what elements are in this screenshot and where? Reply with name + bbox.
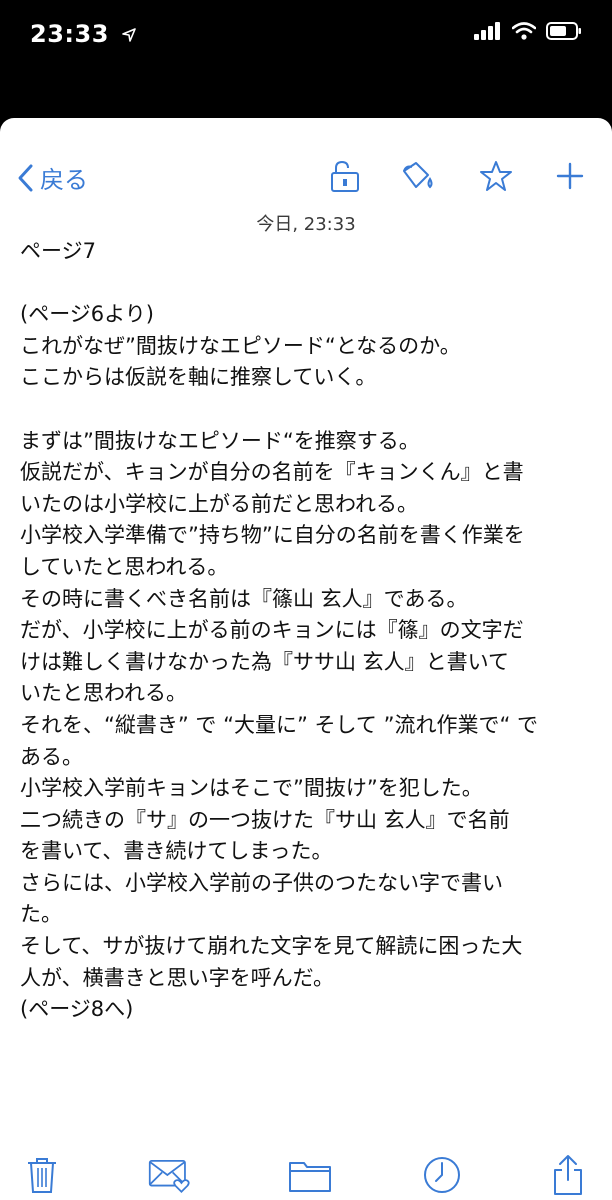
status-bar: 23:33 xyxy=(0,0,612,72)
location-arrow-icon xyxy=(121,28,136,42)
message-line: まずは”間抜けなエピソード“を推察する。 xyxy=(20,428,420,453)
paint-bucket-icon[interactable] xyxy=(400,158,436,194)
battery-icon xyxy=(546,22,581,40)
message-line: 仮説だが、キョンが自分の名前を『キョンくん』と書 xyxy=(20,460,524,485)
message-line: いたのは小学校に上がる前だと思われる。 xyxy=(20,491,418,516)
status-icons xyxy=(474,22,582,40)
message-line: た。 xyxy=(20,902,62,927)
folder-icon[interactable] xyxy=(288,1153,332,1197)
message-body: ページ7 (ページ6より) これがなぜ”間抜けなエピソード“となるのか。 ここからは仮… xyxy=(20,236,600,1026)
message-line: (ページ8へ) xyxy=(20,997,134,1022)
plus-icon[interactable] xyxy=(552,158,588,194)
message-line xyxy=(20,394,600,426)
unlock-icon[interactable] xyxy=(326,158,362,194)
back-button[interactable]: 戻る xyxy=(16,160,88,195)
message-line: その時に書くべき名前は『篠山 玄人』である。 xyxy=(20,586,468,611)
wifi-icon xyxy=(512,22,536,40)
chevron-left-icon xyxy=(18,164,33,191)
message-line: これがなぜ”間抜けなエピソード“となるのか。 xyxy=(20,333,461,358)
clock-icon[interactable] xyxy=(420,1153,464,1197)
cellular-signal-icon xyxy=(474,22,500,40)
navbar: 戻る xyxy=(0,118,612,208)
message-line: 人が、横書きと思い字を呼んだ。 xyxy=(20,965,334,990)
mail-heart-icon[interactable] xyxy=(148,1153,192,1197)
message-line: ページ7 xyxy=(20,239,96,263)
trash-icon[interactable] xyxy=(20,1153,64,1197)
status-time: 23:33 xyxy=(30,20,136,48)
message-line: (ページ6より) xyxy=(20,302,154,327)
message-line: 小学校入学前キョンはそこで”間抜け”を犯した。 xyxy=(20,776,483,801)
message-line: だが、小学校に上がる前のキョンには『篠』の文字だ xyxy=(20,618,524,643)
message-line: それを、“縦書き” で “大量に” そして ”流れ作業で“ で xyxy=(20,712,539,737)
share-icon[interactable] xyxy=(546,1153,590,1197)
back-label: 戻る xyxy=(40,166,88,194)
message-line: 小学校入学準備で”持ち物”に自分の名前を書く作業を xyxy=(20,523,525,548)
message-line: していたと思われる。 xyxy=(20,554,229,579)
message-line: ある。 xyxy=(20,744,83,769)
bottom-toolbar xyxy=(0,1143,612,1200)
message-line: けは難しく書けなかった為『ササ山 玄人』と書いて xyxy=(20,649,510,674)
status-time-text: 23:33 xyxy=(30,20,109,48)
message-line: そして、サが抜けて崩れた文字を見て解読に困った大 xyxy=(20,934,523,959)
message-date: 今日, 23:33 xyxy=(256,214,356,235)
star-icon[interactable] xyxy=(478,158,514,194)
message-line: いたと思われる。 xyxy=(20,681,187,706)
message-line: 二つ続きの『サ』の一つ抜けた『サ山 玄人』で名前 xyxy=(20,807,510,832)
message-sheet: 戻る 今日, 23:33 ページ7 (ページ6より) これがなぜ”間抜けなエピソ… xyxy=(0,118,612,1200)
message-line: さらには、小学校入学前の子供のつたない字で書い xyxy=(20,870,503,895)
message-line: を書いて、書き続けてしまった。 xyxy=(20,839,333,864)
message-line xyxy=(20,268,600,300)
message-line: ここからは仮説を軸に推察していく。 xyxy=(20,365,377,390)
